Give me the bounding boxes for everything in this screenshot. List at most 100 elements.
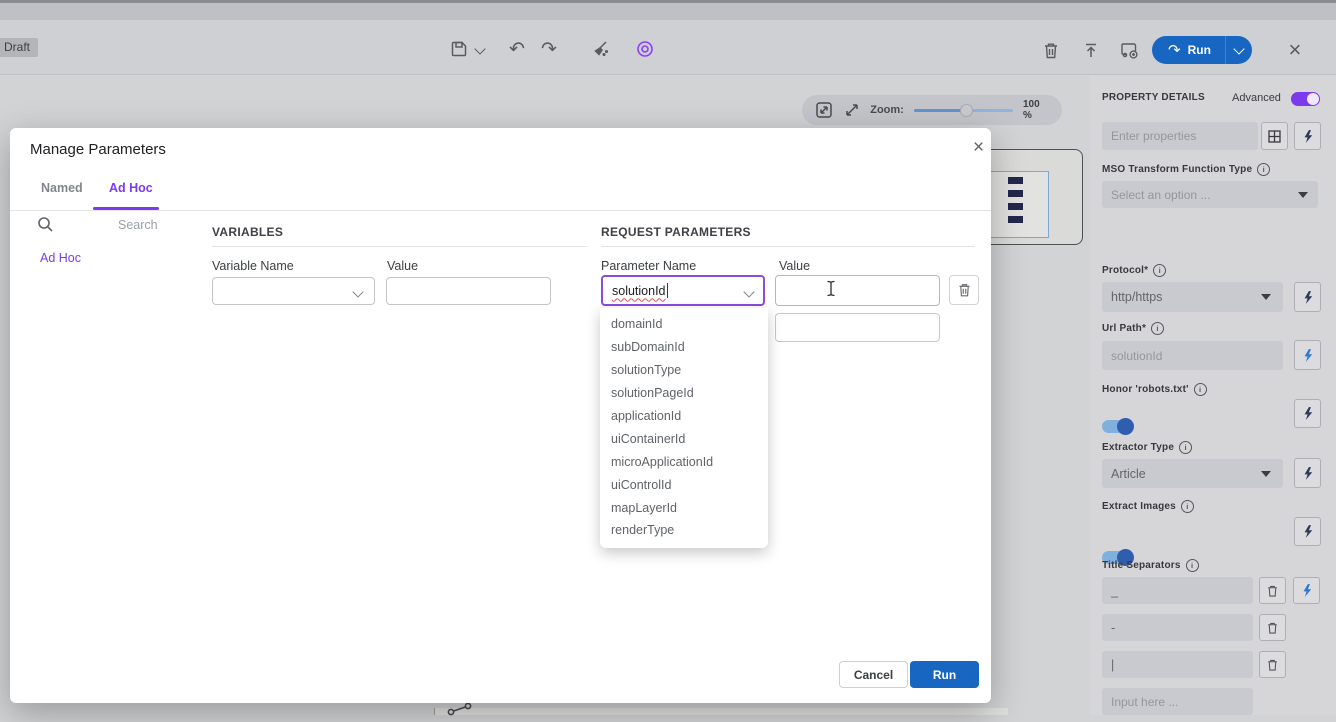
request-parameters-heading: REQUEST PARAMETERS xyxy=(601,225,751,239)
extract-images-label: Extract Imagesi xyxy=(1102,500,1194,513)
robots-action-button[interactable] xyxy=(1294,399,1321,428)
extractor-action-button[interactable] xyxy=(1294,458,1321,488)
delete-icon[interactable] xyxy=(1038,37,1064,63)
lightning-icon xyxy=(1302,524,1314,539)
chevron-down-icon xyxy=(1298,192,1308,198)
separator-new-input[interactable]: Input here ... xyxy=(1102,688,1253,715)
lightning-icon xyxy=(1302,348,1314,363)
robots-toggle[interactable] xyxy=(1102,420,1132,433)
separator-action-button[interactable] xyxy=(1293,577,1320,604)
panel-title: PROPERTY DETAILS xyxy=(1102,92,1205,103)
redo-icon[interactable]: ↷ xyxy=(536,36,562,62)
run-button[interactable]: ↷ Run xyxy=(1152,36,1226,64)
chevron-down-icon xyxy=(1233,43,1244,54)
variables-rule xyxy=(212,246,587,247)
pipeline-add-icon[interactable] xyxy=(1116,37,1142,63)
toolbar-right-group: ↷ Run × xyxy=(1038,36,1308,64)
protocol-select[interactable]: http/https xyxy=(1102,282,1283,312)
run-arrow-icon: ↷ xyxy=(1168,43,1181,58)
properties-action-button[interactable] xyxy=(1294,122,1321,150)
fit-screen-icon[interactable] xyxy=(814,100,833,120)
partial-node-bottom xyxy=(434,708,1008,715)
advanced-toggle[interactable] xyxy=(1291,92,1320,106)
dropdown-option[interactable]: domainId xyxy=(600,313,768,336)
advanced-toggle-knob xyxy=(1307,93,1319,105)
zoom-slider-fill xyxy=(914,109,966,112)
trash-icon xyxy=(957,282,972,298)
parameter-name-value: solutionId xyxy=(612,284,666,298)
cancel-button[interactable]: Cancel xyxy=(839,661,908,688)
protocol-label: Protocol*i xyxy=(1102,264,1166,277)
separator-input[interactable]: | xyxy=(1102,651,1253,678)
expand-icon[interactable] xyxy=(843,101,860,119)
parameter-name-combobox[interactable]: solutionId xyxy=(601,275,765,306)
dropdown-option[interactable]: mapLayerId xyxy=(600,496,768,519)
info-icon[interactable]: i xyxy=(1257,163,1270,176)
separator-input[interactable]: _ xyxy=(1102,577,1253,604)
dropdown-option[interactable]: uiControlId xyxy=(600,473,768,496)
advanced-label: Advanced xyxy=(1232,92,1281,104)
dropdown-option[interactable]: subDomainId xyxy=(600,336,768,359)
robots-toggle-knob xyxy=(1117,418,1134,435)
separator-delete-button[interactable] xyxy=(1259,577,1286,604)
info-icon[interactable]: i xyxy=(1181,500,1194,513)
modal-close-icon[interactable]: × xyxy=(973,138,984,157)
sidebar-item-adhoc[interactable]: Ad Hoc xyxy=(40,251,81,265)
info-icon[interactable]: i xyxy=(1151,322,1164,335)
run-split-button: ↷ Run xyxy=(1152,36,1252,64)
info-icon[interactable]: i xyxy=(1186,559,1199,572)
tab-adhoc[interactable]: Ad Hoc xyxy=(109,181,153,195)
dropdown-option[interactable]: renderType xyxy=(600,519,768,542)
properties-input[interactable]: Enter properties xyxy=(1102,122,1258,150)
urlpath-label: Url Path*i xyxy=(1102,322,1164,335)
separator-delete-button[interactable] xyxy=(1259,651,1286,678)
info-icon[interactable]: i xyxy=(1153,264,1166,277)
separator-input[interactable]: - xyxy=(1102,614,1253,641)
zoom-slider[interactable] xyxy=(914,109,1013,112)
info-icon[interactable]: i xyxy=(1179,441,1192,454)
publish-upload-icon[interactable] xyxy=(1078,37,1104,63)
clean-broom-icon[interactable] xyxy=(588,36,614,62)
search-input[interactable]: Search xyxy=(118,218,158,232)
extractor-type-select[interactable]: Article xyxy=(1102,459,1283,488)
dropdown-option[interactable]: microApplicationId xyxy=(600,450,768,473)
chevron-down-icon xyxy=(352,286,363,297)
modal-title: Manage Parameters xyxy=(30,141,166,158)
urlpath-input[interactable]: solutionId xyxy=(1102,341,1283,370)
preview-target-icon[interactable] xyxy=(632,36,658,62)
variable-name-select[interactable] xyxy=(212,277,375,305)
search-icon[interactable] xyxy=(37,216,54,238)
parameter-value-input-2[interactable] xyxy=(775,313,940,342)
mso-transform-label: MSO Transform Function Typei xyxy=(1102,163,1270,176)
dropdown-option[interactable]: applicationId xyxy=(600,405,768,428)
grid-view-button[interactable] xyxy=(1261,122,1288,150)
trash-icon xyxy=(1266,584,1279,598)
lightning-icon xyxy=(1301,583,1313,598)
run-button-label: Run xyxy=(1188,43,1211,57)
extract-images-action-button[interactable] xyxy=(1294,517,1321,546)
dropdown-option[interactable]: solutionPageId xyxy=(600,382,768,405)
undo-icon[interactable]: ↶ xyxy=(504,36,530,62)
dropdown-option[interactable]: solutionType xyxy=(600,359,768,382)
zoom-control-bar: Zoom: 100 % xyxy=(802,95,1062,125)
parameter-name-label: Parameter Name xyxy=(601,259,696,273)
parameter-row-delete-button[interactable] xyxy=(949,275,979,305)
save-menu-chevron-icon[interactable] xyxy=(474,43,485,54)
mso-transform-select[interactable]: Select an option ... xyxy=(1102,181,1318,208)
variable-value-input[interactable] xyxy=(386,277,551,305)
request-parameters-rule xyxy=(601,246,975,247)
extractor-type-label: Extractor Typei xyxy=(1102,441,1192,454)
run-options-button[interactable] xyxy=(1226,36,1252,64)
dropdown-option[interactable]: uiContainerId xyxy=(600,427,768,450)
separator-delete-button[interactable] xyxy=(1259,614,1286,641)
close-workspace-icon[interactable]: × xyxy=(1282,37,1308,63)
parameter-value-input[interactable] xyxy=(775,275,940,306)
manage-parameters-modal: Manage Parameters × Named Ad Hoc Search … xyxy=(10,128,991,703)
tab-named[interactable]: Named xyxy=(41,181,83,195)
urlpath-action-button[interactable] xyxy=(1294,340,1321,370)
modal-run-button[interactable]: Run xyxy=(910,661,979,688)
zoom-slider-handle[interactable] xyxy=(960,104,973,117)
info-icon[interactable]: i xyxy=(1194,383,1207,396)
save-icon[interactable] xyxy=(446,36,472,62)
protocol-action-button[interactable] xyxy=(1294,282,1321,312)
